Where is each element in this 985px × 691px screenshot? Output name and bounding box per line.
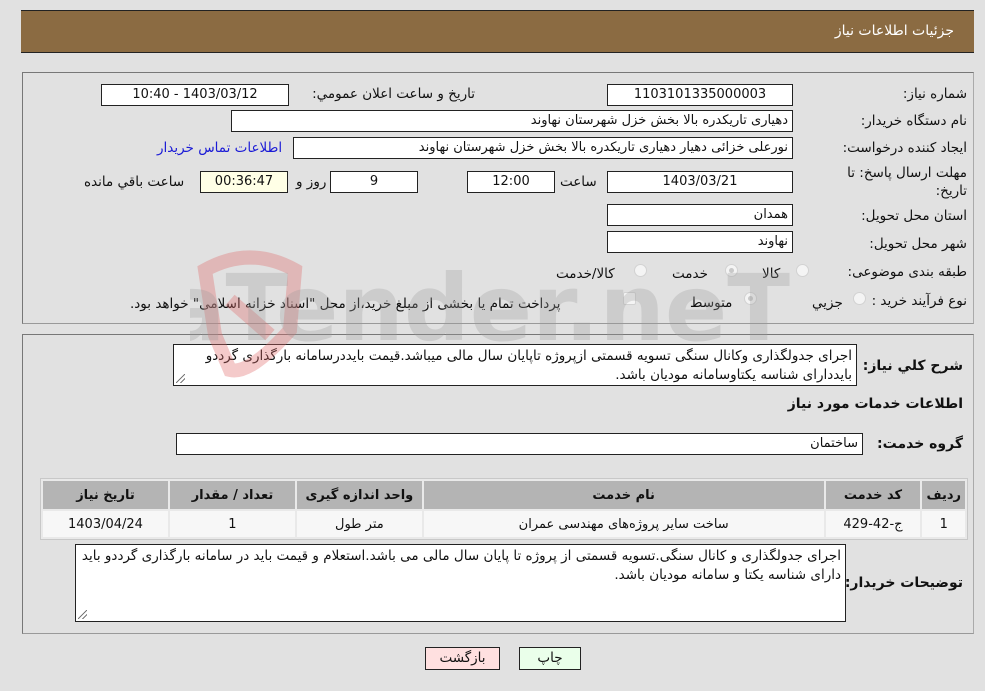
col-unit: واحد اندازه گیری — [296, 481, 422, 509]
cell-service-name: ساخت سایر پروژه‌های مهندسی عمران — [423, 511, 824, 537]
resize-grip-icon[interactable] — [78, 610, 87, 619]
days-label: روز و — [296, 174, 327, 190]
service-group-label: گروه خدمت: — [877, 436, 963, 452]
category-option-service: خدمت — [672, 266, 708, 282]
col-quantity: تعداد / مقدار — [169, 481, 295, 509]
print-button[interactable]: چاپ — [519, 647, 581, 670]
col-service-name: نام خدمت — [423, 481, 824, 509]
process-option-medium: متوسط — [690, 295, 733, 311]
services-table-wrap: ردیف کد خدمت نام خدمت واحد اندازه گیری ت… — [40, 478, 968, 540]
province-field: همدان — [607, 204, 793, 226]
creator-field: نورعلی خزائی دهیار دهیاری تاریکدره بالا … — [293, 137, 793, 159]
treasury-checkbox[interactable] — [623, 292, 636, 305]
process-option-minor: جزيي — [812, 295, 843, 311]
process-radio-minor[interactable] — [853, 292, 866, 305]
deadline-time-field: 12:00 — [467, 171, 555, 193]
deadline-label-line2: تاریخ: — [935, 183, 967, 199]
buyer-notes-text: اجرای جدولگذاری و کانال سنگی.تسویه قسمتی… — [81, 548, 841, 583]
back-button[interactable]: بازگشت — [425, 647, 500, 670]
days-remaining-field: 9 — [330, 171, 418, 193]
buyer-org-field: دهیاری تاریکدره بالا بخش خزل شهرستان نها… — [231, 110, 793, 132]
remaining-time-field: 00:36:47 — [200, 171, 288, 193]
deadline-time-label: ساعت — [560, 174, 597, 190]
city-label: شهر محل تحویل: — [869, 236, 967, 252]
category-radio-goods-service[interactable] — [634, 264, 647, 277]
col-need-date: تاریخ نیاز — [43, 481, 168, 509]
description-label: شرح کلي نیاز: — [862, 358, 963, 374]
deadline-date-field: 1403/03/21 — [607, 171, 793, 193]
category-label: طبقه بندی موضوعی: — [847, 264, 967, 280]
buyer-notes-textarea[interactable]: اجرای جدولگذاری و کانال سنگی.تسویه قسمتی… — [75, 544, 846, 622]
resize-grip-icon[interactable] — [176, 374, 185, 383]
services-table: ردیف کد خدمت نام خدمت واحد اندازه گیری ت… — [40, 478, 968, 540]
category-radio-service[interactable] — [725, 264, 738, 277]
process-type-label: نوع فرآیند خرید : — [871, 293, 967, 309]
description-text: اجرای جدولگذاری وکانال سنگی تسویه قسمتی … — [205, 348, 852, 383]
cell-quantity: 1 — [169, 511, 295, 537]
creator-label: ایجاد کننده درخواست: — [842, 140, 967, 156]
announce-datetime-field: 1403/03/12 - 10:40 — [101, 84, 289, 106]
description-textarea[interactable]: اجرای جدولگذاری وکانال سنگی تسویه قسمتی … — [173, 344, 857, 386]
cell-need-date: 1403/04/24 — [43, 511, 168, 537]
process-radio-medium[interactable] — [744, 292, 757, 305]
table-row: 1 ج-42-429 ساخت سایر پروژه‌های مهندسی عم… — [43, 511, 965, 537]
deadline-label: مهلت ارسال پاسخ: تا تاریخ: — [847, 164, 967, 200]
cell-row-number: 1 — [922, 511, 965, 537]
category-option-goods-service: کالا/خدمت — [556, 266, 615, 282]
announce-datetime-label: تاریخ و ساعت اعلان عمومي: — [312, 86, 475, 102]
services-section-title: اطلاعات خدمات مورد نیاز — [787, 396, 963, 412]
page-title: جزئیات اطلاعات نیاز — [834, 23, 954, 39]
services-table-header: ردیف کد خدمت نام خدمت واحد اندازه گیری ت… — [43, 481, 965, 509]
category-option-goods: کالا — [762, 266, 781, 282]
page-header: جزئیات اطلاعات نیاز — [21, 10, 974, 53]
buyer-org-label: نام دستگاه خریدار: — [860, 113, 967, 129]
service-group-field: ساختمان — [176, 433, 863, 455]
col-service-code: کد خدمت — [825, 481, 921, 509]
cell-unit: متر طول — [296, 511, 422, 537]
treasury-note: پرداخت تمام یا بخشی از مبلغ خرید،از محل … — [130, 296, 561, 312]
remaining-time-label: ساعت باقي مانده — [84, 174, 185, 190]
need-number-field: 1103101335000003 — [607, 84, 793, 106]
category-radio-goods[interactable] — [796, 264, 809, 277]
col-row-number: ردیف — [922, 481, 965, 509]
province-label: استان محل تحویل: — [861, 208, 967, 224]
need-number-label: شماره نیاز: — [902, 86, 967, 102]
cell-service-code: ج-42-429 — [825, 511, 921, 537]
deadline-label-line1: مهلت ارسال پاسخ: تا — [847, 165, 967, 181]
buyer-notes-label: توضیحات خریدار: — [844, 575, 963, 591]
city-field: نهاوند — [607, 231, 793, 253]
buyer-contact-link[interactable]: اطلاعات تماس خریدار — [157, 140, 282, 156]
